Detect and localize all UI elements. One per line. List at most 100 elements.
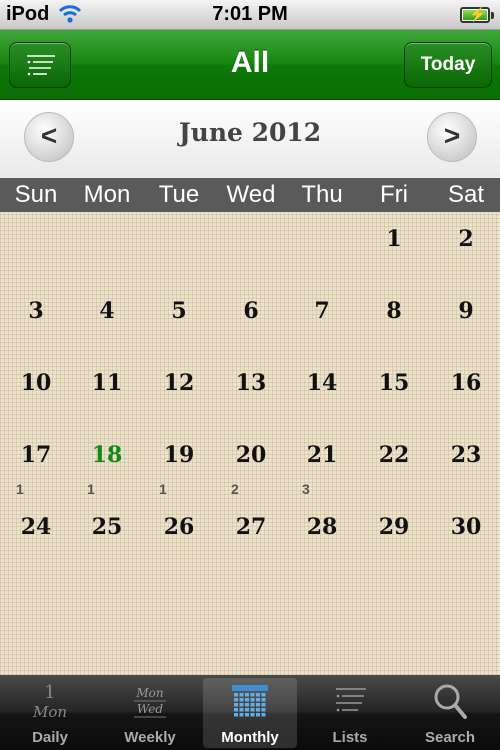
day-number: 28 [306,514,338,540]
weekday-label: Thu [301,181,343,208]
day-number: 8 [386,298,402,324]
day-number: 20 [235,442,267,468]
tab-label: Daily [32,729,68,746]
day-cell[interactable]: 10 [0,356,72,428]
tab-daily[interactable]: 1 Mon Daily [0,675,100,750]
day-cell[interactable]: 27 [215,500,287,572]
day-cell[interactable]: 28 [286,500,358,572]
day-number: 11 [91,370,123,396]
status-bar: iPod 7:01 PM ⚡ [0,0,500,30]
chevron-right-icon: > [443,120,461,151]
weekday-label: Sat [447,181,485,208]
list-icon [336,688,366,712]
tab-search[interactable]: Search [400,675,500,750]
day-number: 13 [235,370,267,396]
day-number: 16 [450,370,482,396]
day-cell[interactable]: 17 1 [0,428,72,500]
tab-monthly[interactable]: Monthly [200,675,300,750]
next-month-button[interactable]: > [427,112,477,162]
day-number: 30 [450,514,482,540]
tab-label: Search [424,729,476,746]
day-cell[interactable]: 23 [430,428,500,500]
day-number: 22 [378,442,410,468]
battery-icon: ⚡ [460,6,494,23]
search-icon [434,684,467,719]
tab-lists[interactable]: Lists [300,675,400,750]
day-number: 3 [28,298,44,324]
day-cell[interactable]: 25 [71,500,143,572]
day-cell[interactable]: 2 [430,212,500,284]
weekday-label: Fri [380,181,408,208]
day-cell[interactable]: 15 [358,356,430,428]
event-count: 3 [302,481,310,497]
calendar-grid: 1 2 3 4 5 6 7 8 9 10 11 12 13 14 15 16 17 1 18 1 19 1 20 2 21 3 22… [0,212,500,675]
event-count: 1 [87,481,95,497]
day-cell[interactable]: 22 [358,428,430,500]
day-number: 1 [386,226,402,252]
weekday-label: Sun [14,181,58,208]
day-number: 2 [458,226,474,252]
day-number: 5 [171,298,187,324]
weekly-icon-day2: Wed [137,702,163,716]
day-cell[interactable]: 7 [286,284,358,356]
day-number: 14 [306,370,338,396]
day-number: 24 [20,514,52,540]
day-cell[interactable]: 9 [430,284,500,356]
weekday-label: Wed [226,181,276,208]
day-cell[interactable]: 24 [0,500,72,572]
weekday-label: Mon [83,181,131,208]
weekly-calendar-icon: Mon Wed [134,686,166,718]
day-number: 9 [458,298,474,324]
day-cell[interactable]: 12 [143,356,215,428]
today-day-number: 18 [91,442,123,468]
day-number: 23 [450,442,482,468]
day-cell[interactable]: 30 [430,500,500,572]
day-cell[interactable]: 16 [430,356,500,428]
day-cell[interactable]: 1 [358,212,430,284]
daily-calendar-icon: 1 Mon [32,682,67,721]
day-cell[interactable]: 19 1 [143,428,215,500]
day-cell[interactable]: 14 [286,356,358,428]
day-number: 7 [314,298,330,324]
weekday-header: Sun Mon Tue Wed Thu Fri Sat [0,178,500,212]
tab-label: Lists [332,729,368,746]
weekday-label: Tue [158,181,200,208]
day-cell[interactable]: 3 [0,284,72,356]
day-cell[interactable]: 13 [215,356,287,428]
day-number: 12 [163,370,195,396]
weekly-icon-day1: Mon [135,686,163,700]
event-count: 2 [231,481,239,497]
day-cell[interactable]: 29 [358,500,430,572]
day-cell[interactable]: 4 [71,284,143,356]
today-button[interactable]: Today [404,42,492,88]
day-cell[interactable]: 21 3 [286,428,358,500]
month-title: June 2012 [178,118,322,147]
tab-label: Weekly [124,729,176,746]
tab-bar: 1 Mon Daily Mon Wed Weekly Monthly Lists … [0,675,500,750]
daily-icon-number: 1 [44,682,55,703]
day-number: 26 [163,514,195,540]
day-cell[interactable]: 20 2 [215,428,287,500]
navigation-bar: All Today [0,30,500,100]
day-number: 4 [99,298,115,324]
monthly-grid-icon [232,685,268,717]
month-header: < June 2012 > [0,100,500,178]
event-count: 1 [16,481,24,497]
day-number: 27 [235,514,267,540]
day-number: 15 [378,370,410,396]
tab-label: Monthly [221,729,279,746]
day-cell[interactable]: 8 [358,284,430,356]
day-cell[interactable]: 18 1 [71,428,143,500]
day-cell[interactable]: 11 [71,356,143,428]
clock-time: 7:01 PM [212,3,288,25]
day-cell[interactable]: 6 [215,284,287,356]
tab-weekly[interactable]: Mon Wed Weekly [100,675,200,750]
day-number: 25 [91,514,123,540]
event-count: 1 [159,481,167,497]
day-cell[interactable]: 26 [143,500,215,572]
day-cell[interactable]: 5 [143,284,215,356]
day-number: 10 [20,370,52,396]
day-number: 6 [243,298,259,324]
day-number: 17 [20,442,52,468]
day-number: 19 [163,442,195,468]
